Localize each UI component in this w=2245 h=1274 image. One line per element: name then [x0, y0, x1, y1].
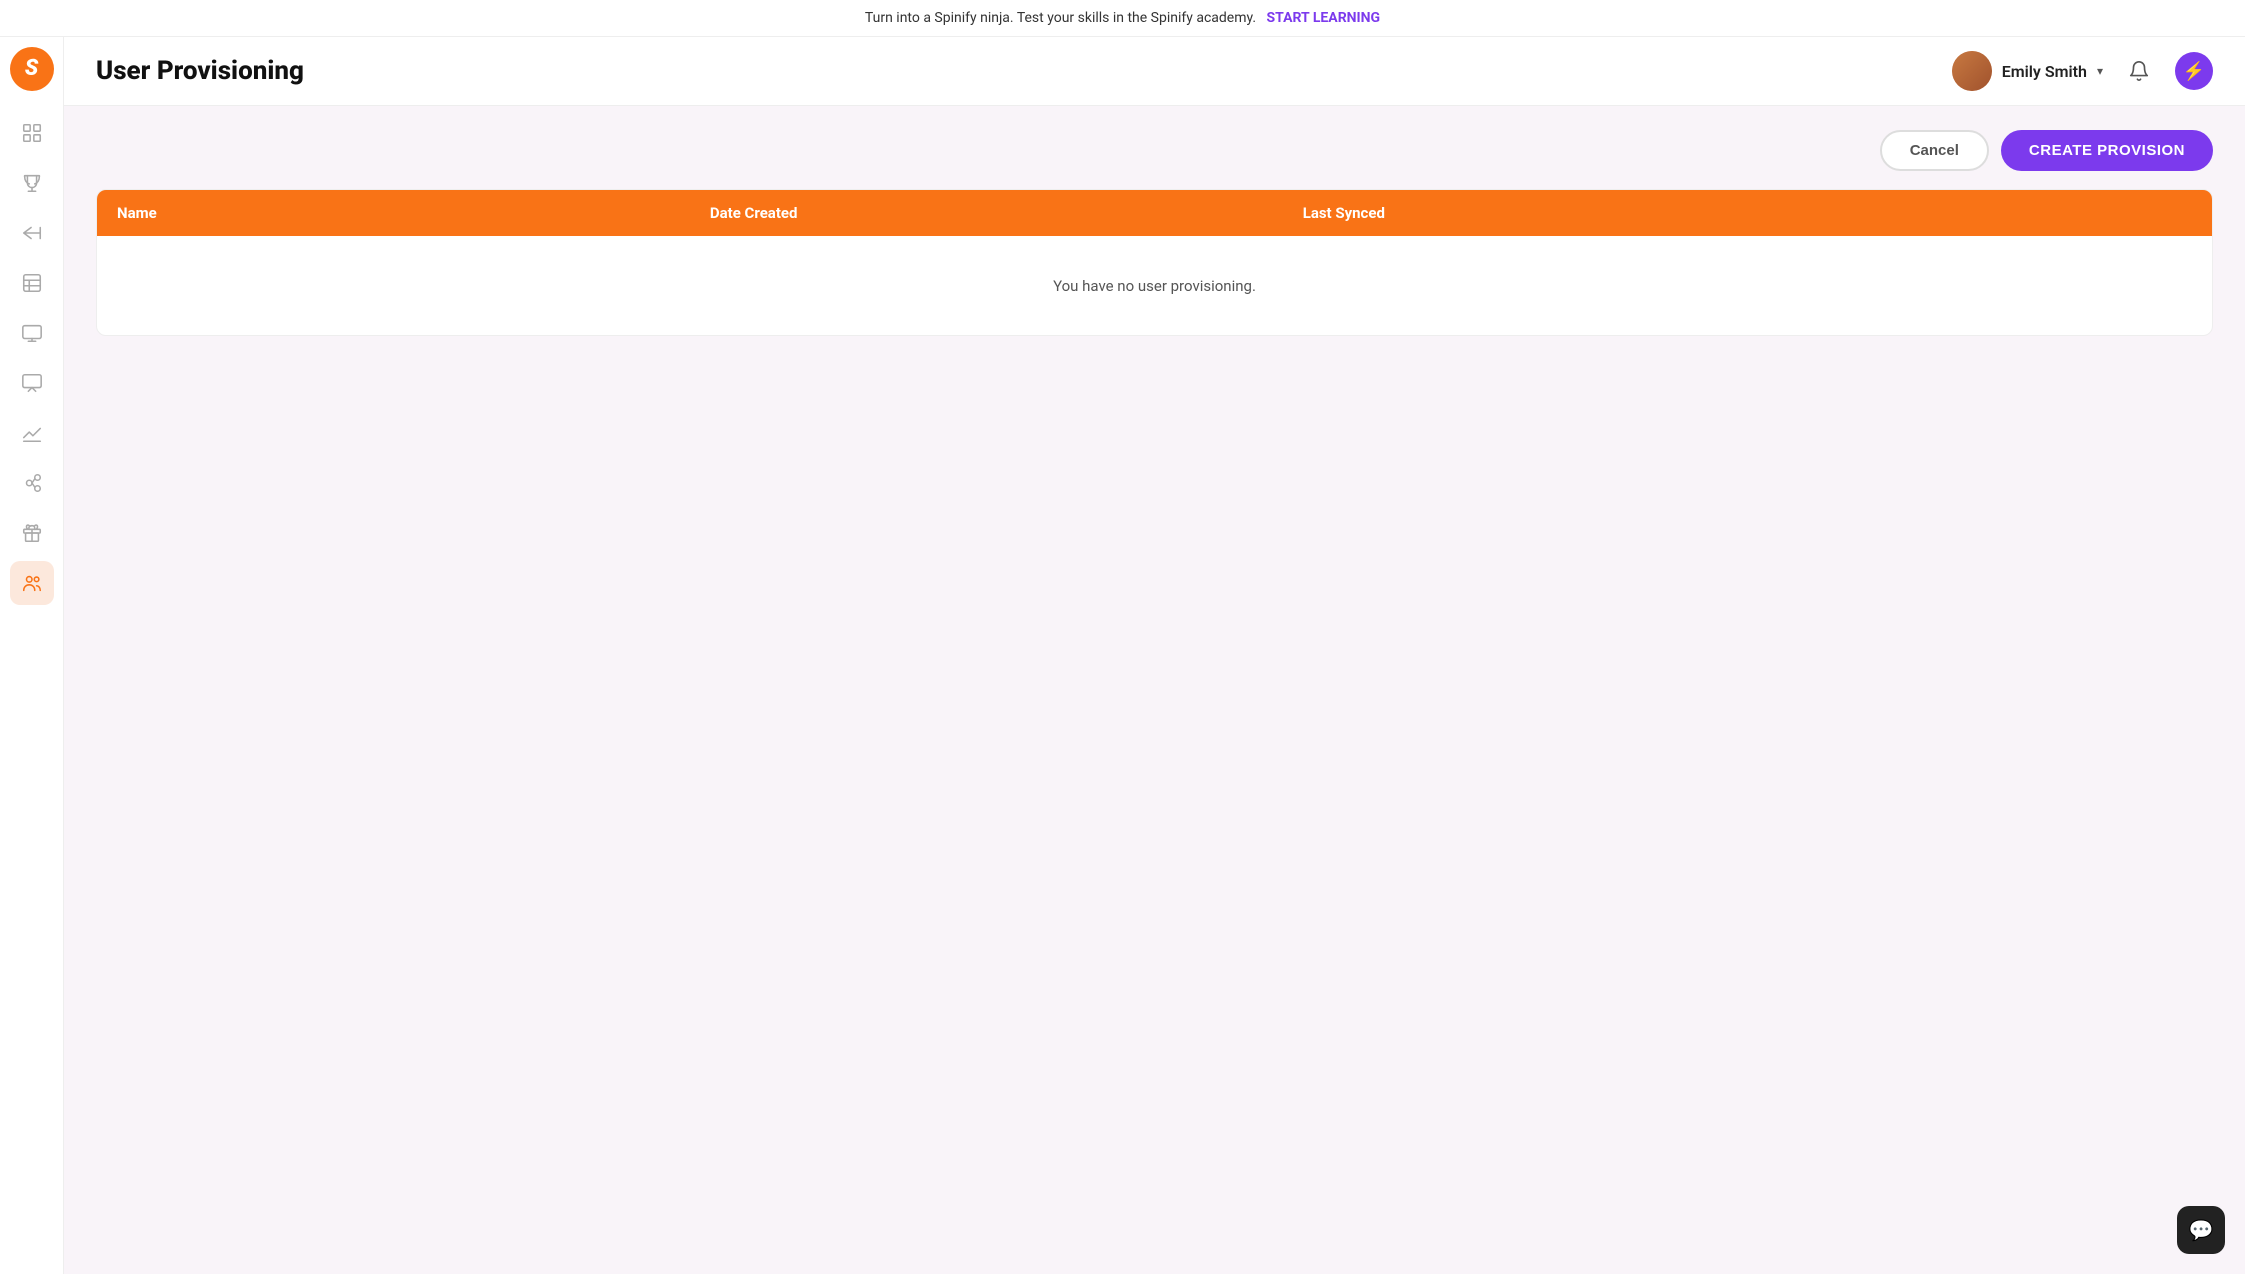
sidebar-item-trophy[interactable]	[10, 161, 54, 205]
chevron-down-icon: ▾	[2097, 64, 2103, 78]
sidebar-item-users[interactable]	[10, 561, 54, 605]
sidebar-item-gifts[interactable]	[10, 511, 54, 555]
top-banner: Turn into a Spinify ninja. Test your ski…	[0, 0, 2245, 37]
main-content: Cancel CREATE PROVISION Name Date Create…	[64, 106, 2245, 1274]
notification-button[interactable]	[2121, 53, 2157, 89]
provisions-table: Name Date Created Last Synced You have n…	[96, 189, 2213, 336]
content-area: User Provisioning Emily Smith ▾ ⚡	[64, 37, 2245, 1274]
user-profile[interactable]: Emily Smith ▾	[1952, 51, 2103, 91]
sidebar-item-reports[interactable]	[10, 261, 54, 305]
header: User Provisioning Emily Smith ▾ ⚡	[64, 37, 2245, 106]
sidebar-item-monitor[interactable]	[10, 361, 54, 405]
create-provision-button[interactable]: CREATE PROVISION	[2001, 130, 2213, 171]
banner-text: Turn into a Spinify ninja. Test your ski…	[865, 10, 1256, 26]
sidebar-logo[interactable]: S	[10, 47, 54, 91]
bolt-icon: ⚡	[2183, 61, 2205, 82]
toolbar: Cancel CREATE PROVISION	[96, 130, 2213, 171]
chat-icon: 💬	[2189, 1218, 2214, 1242]
col-name: Name	[117, 204, 710, 222]
sidebar-item-chart[interactable]	[10, 411, 54, 455]
col-last-synced: Last Synced	[1303, 204, 2192, 222]
sidebar-item-screen[interactable]	[10, 311, 54, 355]
avatar	[1952, 51, 1992, 91]
page-title: User Provisioning	[96, 56, 304, 86]
table-header: Name Date Created Last Synced	[97, 190, 2212, 236]
cancel-button[interactable]: Cancel	[1880, 130, 1989, 171]
sidebar-item-integrations[interactable]	[10, 461, 54, 505]
header-right: Emily Smith ▾ ⚡	[1952, 51, 2213, 91]
user-name: Emily Smith	[2002, 62, 2087, 81]
col-date-created: Date Created	[710, 204, 1303, 222]
sidebar: S	[0, 37, 64, 1274]
logo-letter: S	[25, 58, 38, 80]
table-empty-state: You have no user provisioning.	[97, 236, 2212, 335]
bolt-button[interactable]: ⚡	[2175, 52, 2213, 90]
chat-button[interactable]: 💬	[2177, 1206, 2225, 1254]
empty-message: You have no user provisioning.	[1053, 277, 1256, 295]
sidebar-item-dashboard[interactable]	[10, 111, 54, 155]
banner-cta[interactable]: START LEARNING	[1267, 10, 1381, 26]
sidebar-item-megaphone[interactable]	[10, 211, 54, 255]
